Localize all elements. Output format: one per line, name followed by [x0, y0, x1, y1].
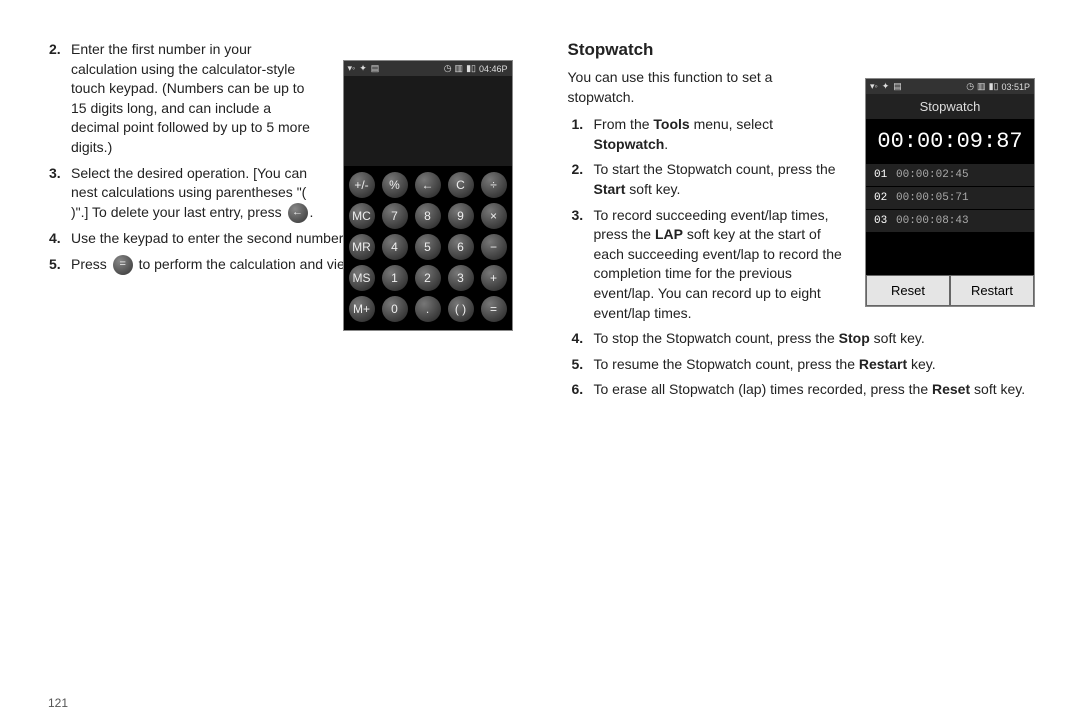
indicator-icon: ✦ — [359, 63, 367, 74]
clock-icon: ◷ — [966, 81, 974, 92]
calc-key-plus[interactable]: + — [481, 265, 507, 291]
calc-key-multiply[interactable]: × — [481, 203, 507, 229]
step-number: 5. — [568, 355, 594, 375]
calculator-display — [344, 76, 512, 166]
calc-key-equals[interactable]: = — [481, 296, 507, 322]
stopwatch-main-time: 00:00:09:87 — [866, 119, 1034, 164]
calc-key-7[interactable]: 7 — [382, 203, 408, 229]
step-number: 4. — [45, 229, 71, 249]
lap-time: 00:00:05:71 — [896, 192, 969, 204]
status-time: 03:51P — [1001, 82, 1030, 92]
bars-icon: ▥ — [455, 63, 464, 74]
status-bar: ▾◦ ✦ ▤ ◷ ▥ ▮▯ 04:46P — [344, 61, 512, 76]
calc-key-5[interactable]: 5 — [415, 234, 441, 260]
calc-key-6[interactable]: 6 — [448, 234, 474, 260]
status-time: 04:46P — [479, 64, 508, 74]
stopwatch-phone-mockup: ▾◦ ✦ ▤ ◷ ▥ ▮▯ 03:51P Stopwatch 00:00:09:… — [865, 78, 1035, 307]
lap-number: 02 — [874, 192, 890, 204]
lap-list: 01 00:00:02:45 02 00:00:05:71 03 00:00:0… — [866, 164, 1034, 233]
calc-key-9[interactable]: 9 — [448, 203, 474, 229]
indicator-icon: ▤ — [893, 81, 902, 92]
calc-key-2[interactable]: 2 — [415, 265, 441, 291]
reset-button[interactable]: Reset — [866, 275, 950, 306]
calc-key-percent[interactable]: % — [382, 172, 408, 198]
calc-key-minus[interactable]: − — [481, 234, 507, 260]
step-text: Select the desired operation. [You can n… — [71, 164, 321, 223]
calc-key-back[interactable]: ← — [415, 172, 441, 198]
status-bar: ▾◦ ✦ ▤ ◷ ▥ ▮▯ 03:51P — [866, 79, 1034, 94]
step-text: To stop the Stopwatch count, press the S… — [594, 329, 1036, 349]
calc-key-1[interactable]: 1 — [382, 265, 408, 291]
step-number: 3. — [568, 206, 594, 324]
indicator-icon: ▤ — [371, 63, 380, 74]
calc-key-mc[interactable]: MC — [349, 203, 375, 229]
lap-number: 03 — [874, 215, 890, 227]
calc-key-dot[interactable]: . — [415, 296, 441, 322]
calc-key-3[interactable]: 3 — [448, 265, 474, 291]
calc-key-mplus[interactable]: M+ — [349, 296, 375, 322]
page-number: 121 — [48, 696, 68, 710]
stopwatch-heading: Stopwatch — [568, 40, 1036, 60]
calc-key-ms[interactable]: MS — [349, 265, 375, 291]
step-text: To resume the Stopwatch count, press the… — [594, 355, 1036, 375]
step-number: 2. — [568, 160, 594, 199]
calc-key-8[interactable]: 8 — [415, 203, 441, 229]
bars-icon: ▥ — [977, 81, 986, 92]
battery-icon: ▮▯ — [989, 81, 999, 92]
lap-row: 03 00:00:08:43 — [866, 210, 1034, 233]
step-number: 2. — [45, 40, 71, 158]
signal-icon: ▾◦ — [870, 81, 878, 92]
calc-key-clear[interactable]: C — [448, 172, 474, 198]
lap-number: 01 — [874, 169, 890, 181]
lap-row: 01 00:00:02:45 — [866, 164, 1034, 187]
step-number: 6. — [568, 380, 594, 400]
stopwatch-title: Stopwatch — [866, 94, 1034, 119]
step-number: 5. — [45, 255, 71, 275]
back-arrow-icon: ← — [288, 203, 308, 223]
calc-key-paren[interactable]: ( ) — [448, 296, 474, 322]
restart-button[interactable]: Restart — [950, 275, 1034, 306]
stopwatch-softkey-row: Reset Restart — [866, 275, 1034, 306]
step-text: From the Tools menu, select Stopwatch. — [594, 115, 844, 154]
calc-key-plusminus[interactable]: +/- — [349, 172, 375, 198]
step-text: Enter the first number in your calculati… — [71, 40, 321, 158]
signal-icon: ▾◦ — [348, 63, 356, 74]
calc-key-0[interactable]: 0 — [382, 296, 408, 322]
calc-key-divide[interactable]: ÷ — [481, 172, 507, 198]
stopwatch-intro: You can use this function to set a stopw… — [568, 68, 818, 107]
left-column: 2. Enter the first number in your calcul… — [45, 40, 513, 406]
calculator-keypad: +/- % ← C ÷ MC 7 8 9 × MR 4 5 6 − MS 1 2… — [344, 166, 512, 330]
lap-time: 00:00:02:45 — [896, 169, 969, 181]
lap-row: 02 00:00:05:71 — [866, 187, 1034, 210]
step-number: 3. — [45, 164, 71, 223]
clock-icon: ◷ — [444, 63, 452, 74]
battery-icon: ▮▯ — [466, 63, 476, 74]
step-text: To erase all Stopwatch (lap) times recor… — [594, 380, 1036, 400]
indicator-icon: ✦ — [882, 81, 890, 92]
lap-time: 00:00:08:43 — [896, 215, 969, 227]
equals-icon: = — [113, 255, 133, 275]
right-column: Stopwatch You can use this function to s… — [568, 40, 1036, 406]
step-number: 1. — [568, 115, 594, 154]
step-text: To start the Stopwatch count, press the … — [594, 160, 844, 199]
calc-key-mr[interactable]: MR — [349, 234, 375, 260]
calc-key-4[interactable]: 4 — [382, 234, 408, 260]
step-text: To record succeeding event/lap times, pr… — [594, 206, 844, 324]
step-number: 4. — [568, 329, 594, 349]
calculator-phone-mockup: ▾◦ ✦ ▤ ◷ ▥ ▮▯ 04:46P +/- % ← C ÷ MC — [343, 60, 513, 331]
